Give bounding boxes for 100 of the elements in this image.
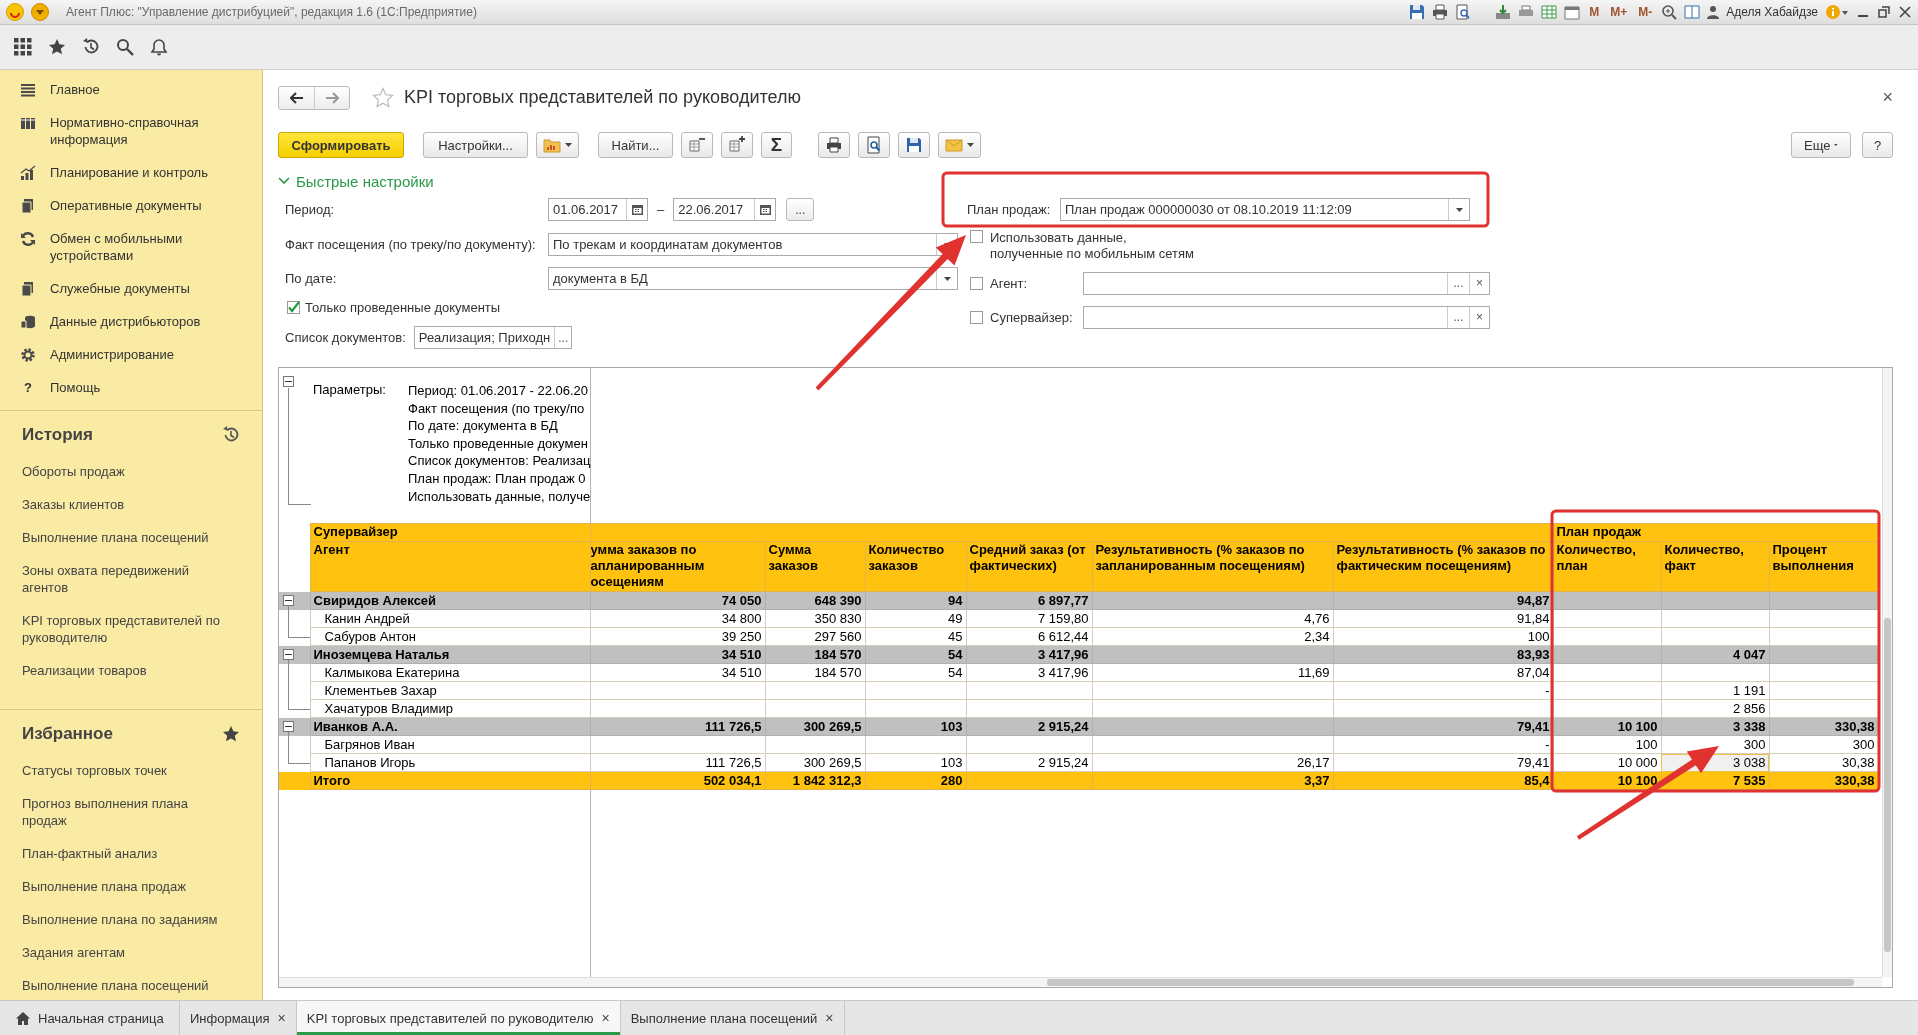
panel-icon[interactable] xyxy=(1684,4,1701,20)
expand-groups-button[interactable] xyxy=(721,132,753,158)
dropdown-field[interactable]: По трекам и координатам документов xyxy=(548,233,958,256)
clear-button[interactable]: × xyxy=(1469,272,1489,294)
favorite-link[interactable]: План-фактный анализ xyxy=(0,837,244,870)
nav-item[interactable]: Нормативно-справочная информация xyxy=(0,106,262,156)
sum-button[interactable]: Σ xyxy=(761,132,792,158)
history-icon[interactable] xyxy=(82,38,100,56)
dropdown-icon[interactable] xyxy=(1455,207,1463,212)
dropdown-field[interactable]: документа в БД xyxy=(548,267,958,290)
generate-button[interactable]: Сформировать xyxy=(278,132,404,158)
calendar-icon[interactable] xyxy=(759,204,771,215)
period-button[interactable]: ... xyxy=(786,198,815,221)
choose-button[interactable]: ... xyxy=(1447,306,1469,328)
choose-button[interactable]: ... xyxy=(1447,272,1469,294)
favorite-star-icon[interactable] xyxy=(372,86,394,109)
nav-item[interactable]: Служебные документы xyxy=(0,272,262,305)
column-header[interactable]: умма заказов по апланированным осещениям xyxy=(590,541,765,592)
vertical-scrollbar[interactable] xyxy=(1882,368,1892,977)
more-button[interactable]: Еще xyxy=(1791,132,1851,158)
info-icon[interactable] xyxy=(1825,4,1849,20)
tab[interactable]: KPI торговых представителей по руководителю × xyxy=(296,1001,621,1035)
history-link[interactable]: Зоны охвата передвижений агентов xyxy=(0,554,244,604)
nav-item[interactable]: Администрирование xyxy=(0,338,262,371)
close-button[interactable]: × xyxy=(1882,87,1893,108)
input-field[interactable]: ... × xyxy=(1083,271,1490,295)
app-logo-icon[interactable] xyxy=(6,3,24,21)
column-header[interactable]: Результативность (% заказов по запланированным посещениям) xyxy=(1092,541,1333,592)
horizontal-scrollbar[interactable] xyxy=(279,977,1882,987)
calendar-icon[interactable] xyxy=(631,204,643,215)
calendar-icon[interactable] xyxy=(1564,4,1581,20)
checkbox[interactable] xyxy=(970,276,983,290)
close-tab-button[interactable]: × xyxy=(825,1010,834,1026)
column-header[interactable]: Количество, план xyxy=(1553,541,1661,592)
find-button[interactable]: Найти... xyxy=(598,132,673,158)
collapse-toggle[interactable] xyxy=(283,648,294,660)
search-icon[interactable] xyxy=(116,38,134,56)
date-field[interactable]: 22.06.2017 xyxy=(673,198,777,221)
preview-icon[interactable] xyxy=(1455,4,1472,20)
collapse-toggle[interactable] xyxy=(283,376,294,387)
history-link[interactable]: Выполнение плана посещений xyxy=(0,521,244,554)
favorite-link[interactable]: Выполнение плана по заданиям xyxy=(0,903,244,936)
memory-button[interactable]: M+ xyxy=(1608,5,1630,19)
tab[interactable]: Начальная страница xyxy=(8,1001,180,1035)
column-header[interactable]: Количество заказов xyxy=(865,541,966,592)
history-link[interactable]: Обороты продаж xyxy=(0,455,244,488)
checkbox[interactable] xyxy=(970,230,983,243)
apps-grid-icon[interactable] xyxy=(14,38,32,56)
history-link[interactable]: KPI торговых представителей по руководителю xyxy=(0,604,244,654)
nav-item[interactable]: Планирование и контроль xyxy=(0,156,262,189)
zoom-icon[interactable] xyxy=(1661,4,1678,20)
quick-settings-toggle[interactable]: Быстрые настройки xyxy=(278,165,958,197)
restore-icon[interactable] xyxy=(1877,5,1891,19)
close-icon[interactable] xyxy=(1898,5,1912,19)
tab[interactable]: Информация × xyxy=(180,1001,297,1035)
save-button[interactable] xyxy=(898,132,930,158)
memory-button[interactable]: M xyxy=(1587,5,1602,19)
nav-item[interactable]: Обмен с мобильными устройствами xyxy=(0,222,262,272)
checkbox[interactable] xyxy=(970,310,983,324)
clear-button[interactable]: × xyxy=(1469,306,1489,328)
nav-item[interactable]: Данные дистрибьюторов xyxy=(0,305,262,338)
documents-field[interactable]: Реализация; Приходн ... xyxy=(413,326,573,349)
settings-button[interactable]: Настройки... xyxy=(423,132,528,158)
favorite-link[interactable]: Выполнение плана продаж xyxy=(0,870,244,903)
bell-icon[interactable] xyxy=(150,38,168,56)
close-tab-button[interactable]: × xyxy=(277,1010,286,1026)
print-button[interactable] xyxy=(818,132,850,158)
memory-button[interactable]: M- xyxy=(1636,5,1655,19)
checkbox[interactable] xyxy=(287,301,300,314)
favorite-link[interactable]: Выполнение плана посещений xyxy=(0,969,244,1002)
dropdown-icon[interactable] xyxy=(943,276,951,281)
printer-icon[interactable] xyxy=(1432,4,1449,20)
date-field[interactable]: 01.06.2017 xyxy=(548,198,648,221)
column-header[interactable]: Сумма заказов xyxy=(765,541,865,592)
collapse-toggle[interactable] xyxy=(283,594,294,606)
column-header[interactable]: Процент выполнения xyxy=(1769,541,1878,592)
column-header[interactable]: Количество, факт xyxy=(1661,541,1769,592)
favorite-link[interactable]: Статусы торговых точек xyxy=(0,754,244,787)
nav-item[interactable]: Главное xyxy=(0,73,262,106)
menu-dropdown-icon[interactable] xyxy=(31,3,49,21)
column-header[interactable]: Средний заказ (от фактических) xyxy=(966,541,1092,592)
close-tab-button[interactable]: × xyxy=(601,1010,610,1026)
collapse-toggle[interactable] xyxy=(283,720,294,732)
dropdown-field[interactable]: План продаж 000000030 от 08.10.2019 11:12:09 xyxy=(1060,198,1470,221)
favorite-link[interactable]: Задания агентам xyxy=(0,936,244,969)
history-link[interactable]: Реализации товаров xyxy=(0,654,244,687)
input-field[interactable]: ... × xyxy=(1083,305,1490,329)
column-header[interactable]: Результативность (% заказов по фактическим посещениям) xyxy=(1333,541,1553,592)
star-icon[interactable] xyxy=(48,38,66,56)
save-icon[interactable] xyxy=(1409,4,1426,20)
variant-button[interactable] xyxy=(536,132,579,158)
nav-item[interactable]: ? Помощь xyxy=(0,371,262,404)
tab[interactable]: Выполнение плана посещений × xyxy=(620,1001,845,1035)
preview-button[interactable] xyxy=(858,132,890,158)
column-header[interactable]: Агент xyxy=(310,541,590,592)
favorite-link[interactable]: Прогноз выполнения плана продаж xyxy=(0,787,244,837)
history-link[interactable]: Заказы клиентов xyxy=(0,488,244,521)
nav-item[interactable]: Оперативные документы xyxy=(0,189,262,222)
download-icon[interactable] xyxy=(1495,4,1512,20)
help-button[interactable]: ? xyxy=(1862,132,1893,158)
